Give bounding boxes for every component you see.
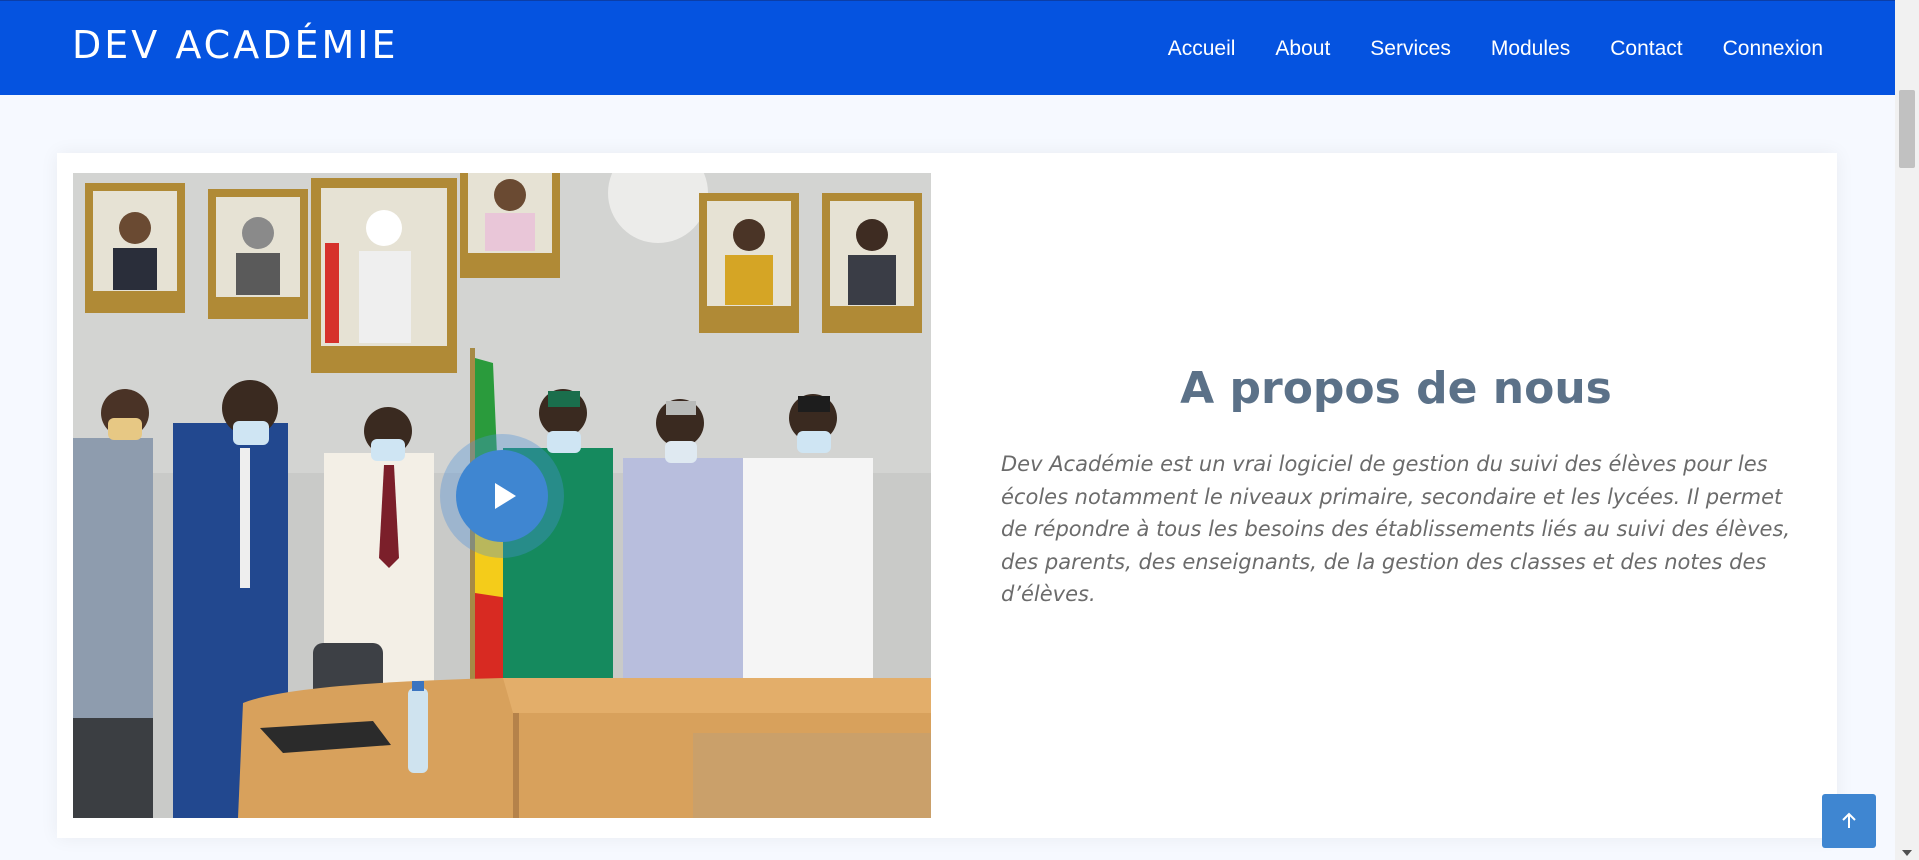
nav-services[interactable]: Services: [1370, 37, 1451, 61]
scroll-down-icon[interactable]: [1902, 850, 1912, 856]
play-icon: [494, 483, 516, 509]
about-text: A propos de nous Dev Académie est un vra…: [1001, 363, 1791, 611]
about-video-thumbnail[interactable]: [73, 173, 931, 818]
nav-contact[interactable]: Contact: [1610, 37, 1682, 61]
brand-logo[interactable]: DEV ACADÉMIE: [72, 23, 398, 67]
main-nav: Accueil About Services Modules Contact C…: [1168, 37, 1823, 61]
about-title: A propos de nous: [1180, 363, 1612, 414]
nav-modules[interactable]: Modules: [1491, 37, 1570, 61]
page-scrollbar[interactable]: [1895, 0, 1919, 860]
nav-accueil[interactable]: Accueil: [1168, 37, 1236, 61]
arrow-up-icon: [1842, 812, 1856, 828]
play-button[interactable]: [456, 450, 548, 542]
nav-about[interactable]: About: [1275, 37, 1330, 61]
nav-connexion[interactable]: Connexion: [1723, 37, 1823, 61]
about-card: A propos de nous Dev Académie est un vra…: [57, 153, 1837, 838]
scrollbar-thumb[interactable]: [1899, 90, 1915, 168]
about-description: Dev Académie est un vrai logiciel de ges…: [1001, 452, 1791, 606]
site-header: DEV ACADÉMIE Accueil About Services Modu…: [0, 0, 1895, 95]
back-to-top-button[interactable]: [1822, 794, 1876, 848]
